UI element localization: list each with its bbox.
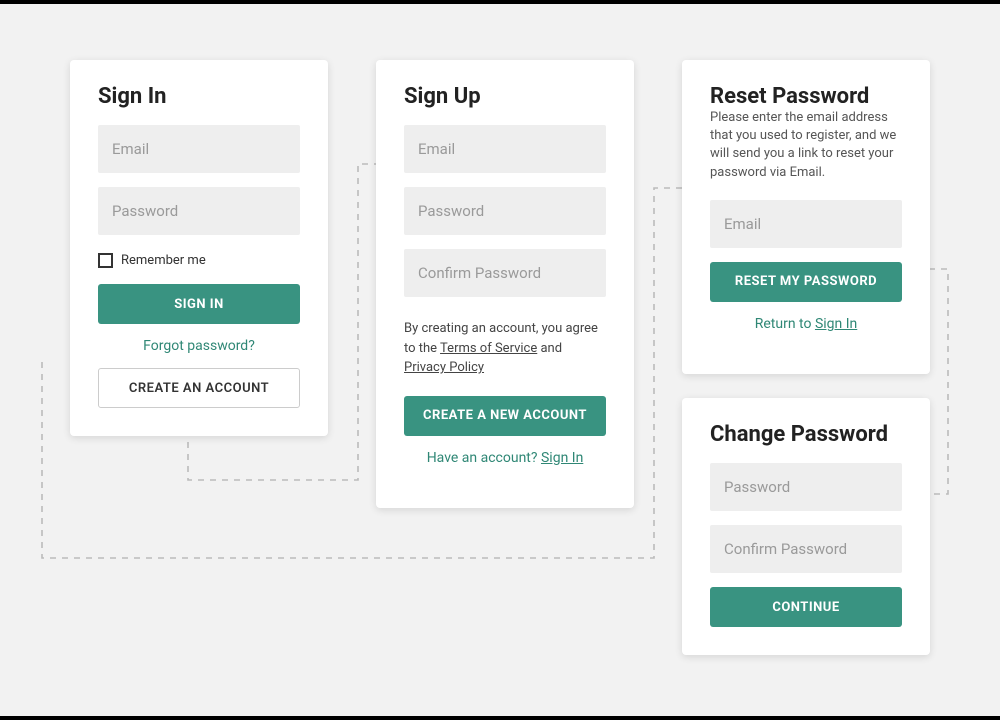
return-text: Return to (755, 316, 815, 332)
forgot-password-link[interactable]: Forgot password? (143, 338, 255, 354)
remember-label: Remember me (121, 253, 206, 268)
signup-card: Sign Up By creating an account, you agre… (376, 60, 634, 508)
signin-card: Sign In Remember me SIGN IN Forgot passw… (70, 60, 328, 436)
password-field[interactable] (98, 187, 300, 235)
password-field[interactable] (404, 187, 606, 235)
privacy-policy-link[interactable]: Privacy Policy (404, 360, 484, 375)
email-field[interactable] (404, 125, 606, 173)
email-field[interactable] (98, 125, 300, 173)
signin-link[interactable]: Sign In (815, 316, 857, 332)
continue-button[interactable]: CONTINUE (710, 587, 902, 627)
terms-of-service-link[interactable]: Terms of Service (440, 341, 537, 356)
change-password-card: Change Password CONTINUE (682, 398, 930, 655)
reset-subtext: Please enter the email address that you … (710, 109, 902, 182)
signup-title: Sign Up (404, 84, 606, 109)
remember-checkbox[interactable] (98, 253, 113, 268)
reset-password-card: Reset Password Please enter the email ad… (682, 60, 930, 374)
signin-title: Sign In (98, 84, 300, 109)
create-account-button[interactable]: CREATE AN ACCOUNT (98, 368, 300, 408)
have-account-text: Have an account? (427, 450, 541, 466)
reset-password-button[interactable]: RESET MY PASSWORD (710, 262, 902, 302)
confirm-password-field[interactable] (404, 249, 606, 297)
password-field[interactable] (710, 463, 902, 511)
reset-title: Reset Password (710, 84, 902, 109)
signin-link[interactable]: Sign In (541, 450, 583, 466)
change-title: Change Password (710, 422, 902, 447)
terms-text: By creating an account, you agree to the… (404, 319, 606, 378)
confirm-password-field[interactable] (710, 525, 902, 573)
signin-button[interactable]: SIGN IN (98, 284, 300, 324)
email-field[interactable] (710, 200, 902, 248)
create-new-account-button[interactable]: CREATE A NEW ACCOUNT (404, 396, 606, 436)
